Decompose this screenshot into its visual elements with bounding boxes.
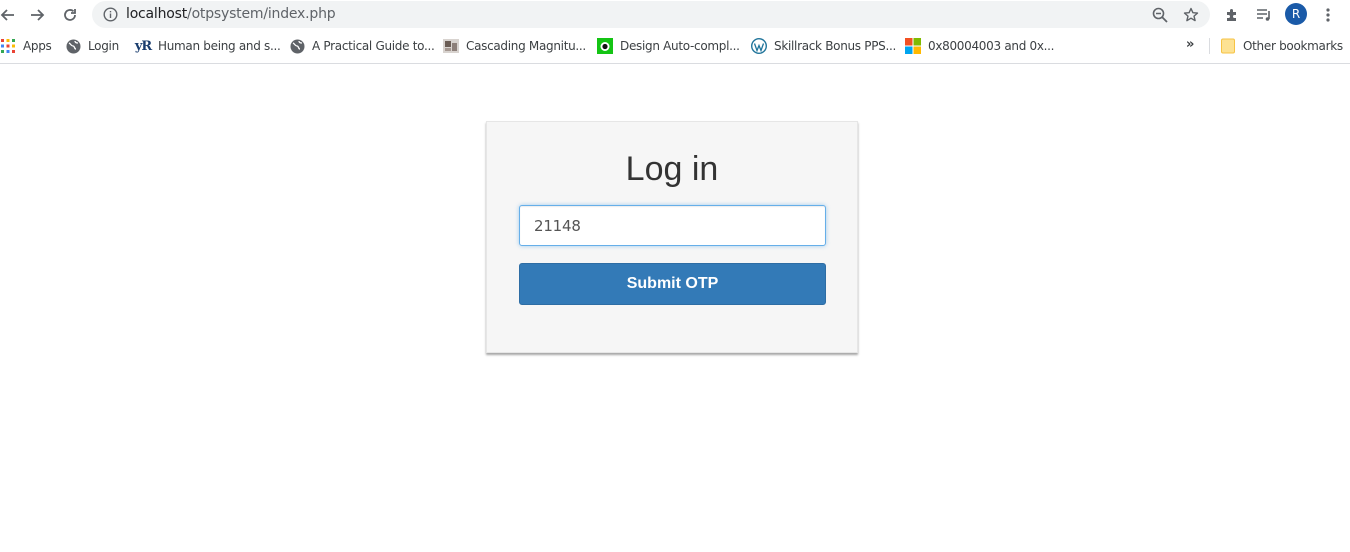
zoom-out-icon[interactable] xyxy=(1150,5,1170,25)
bookmarks-bar: Apps Login yR Human being and s... A Pra… xyxy=(0,29,1350,64)
bookmarks-overflow-button[interactable]: » xyxy=(1186,37,1194,52)
bookmark-label: Cascading Magnitu... xyxy=(466,39,586,53)
bookmark-cascading[interactable]: Cascading Magnitu... xyxy=(443,37,586,55)
bookmark-label: Design Auto-compl... xyxy=(620,39,740,53)
vertical-dots-icon[interactable] xyxy=(1317,4,1339,26)
bookmark-label: A Practical Guide to... xyxy=(312,39,435,53)
bookmark-other-folder[interactable]: Other bookmarks xyxy=(1220,37,1343,55)
bookmark-0x80004003[interactable]: 0x80004003 and 0x... xyxy=(905,37,1055,55)
wordpress-icon xyxy=(751,38,767,54)
bookmark-label: Login xyxy=(88,39,119,53)
address-bar[interactable]: localhost/otpsystem/index.php xyxy=(92,1,1210,28)
globe-icon xyxy=(289,38,305,54)
globe-icon xyxy=(65,38,81,54)
arrow-left-icon[interactable] xyxy=(0,4,18,26)
bookmark-label: Skillrack Bonus PPS... xyxy=(774,39,897,53)
folder-icon xyxy=(1220,38,1236,54)
bookmark-login[interactable]: Login xyxy=(65,37,119,55)
info-icon[interactable] xyxy=(103,7,118,22)
windows-logo-icon xyxy=(905,38,921,54)
reload-icon[interactable] xyxy=(59,4,81,26)
bookmark-apps[interactable]: Apps xyxy=(0,37,52,55)
page-title: Log in xyxy=(625,150,719,188)
apps-grid-icon xyxy=(0,38,16,54)
url-host: localhost xyxy=(126,6,188,22)
star-icon[interactable] xyxy=(1181,5,1201,25)
url-path: /otpsystem/index.php xyxy=(187,6,336,22)
media-playlist-icon[interactable] xyxy=(1253,4,1275,26)
avatar[interactable]: R xyxy=(1285,3,1307,25)
bookmark-skillrack[interactable]: Skillrack Bonus PPS... xyxy=(751,37,896,55)
bookmark-human-being[interactable]: yR Human being and s... xyxy=(135,37,281,55)
bookmarks-divider xyxy=(1209,38,1210,54)
url-text: localhost/otpsystem/index.php xyxy=(126,6,336,22)
bookmark-label: Other bookmarks xyxy=(1243,39,1343,53)
otp-input[interactable] xyxy=(519,205,826,246)
bookmark-label: Human being and s... xyxy=(158,39,281,53)
bookmark-design-autocomplete[interactable]: Design Auto-compl... xyxy=(597,37,740,55)
site-thumbnail-icon xyxy=(443,38,459,54)
bookmark-practical-guide[interactable]: A Practical Guide to... xyxy=(289,37,435,55)
submit-otp-button[interactable]: Submit OTP xyxy=(519,263,826,305)
puzzle-icon[interactable] xyxy=(1221,4,1243,26)
bookmark-label: 0x80004003 and 0x... xyxy=(928,39,1055,53)
browser-toolbar: localhost/otpsystem/index.php R xyxy=(0,0,1350,29)
login-card: Log in Submit OTP xyxy=(486,121,858,353)
bookmark-label: Apps xyxy=(23,39,52,53)
green-site-icon xyxy=(597,38,613,54)
yr-logo-icon: yR xyxy=(134,38,152,54)
arrow-right-icon[interactable] xyxy=(27,4,49,26)
